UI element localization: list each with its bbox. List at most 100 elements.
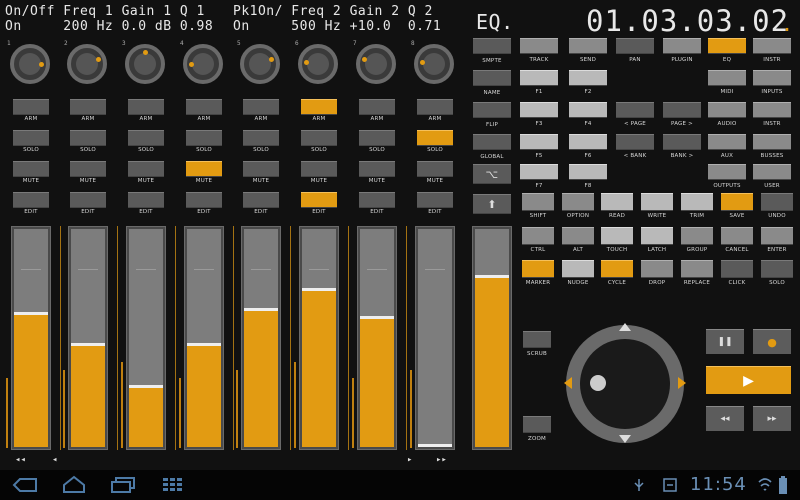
channel-2-solo-button[interactable] <box>70 130 106 146</box>
channel-3-fader[interactable] <box>126 226 166 450</box>
bank-right-fast-button[interactable]: ▸▸ <box>436 455 447 465</box>
grid-button-1-6[interactable] <box>753 38 791 54</box>
grid-button-4-6[interactable] <box>753 134 791 150</box>
channel-7-edit-button[interactable] <box>359 192 395 208</box>
modifier-button-3-1[interactable] <box>522 260 554 278</box>
grid-button-5-1[interactable] <box>520 164 558 180</box>
modifier-button-2-3[interactable] <box>601 227 633 245</box>
grid-button-2-1[interactable] <box>520 70 558 86</box>
pan-knob-3[interactable] <box>125 44 165 84</box>
modifier-button-2-7[interactable] <box>761 227 793 245</box>
grid-button-1-2[interactable] <box>569 38 607 54</box>
channel-7-solo-button[interactable] <box>359 130 395 146</box>
modifier-button-3-4[interactable] <box>641 260 673 278</box>
grid-button-3-1[interactable] <box>520 102 558 118</box>
grid-button-3-4[interactable] <box>663 102 701 118</box>
modifier-button-3-6[interactable] <box>721 260 753 278</box>
left-column-button-1[interactable] <box>473 38 511 54</box>
pan-knob-2[interactable] <box>67 44 107 84</box>
grid-button-4-4[interactable] <box>663 134 701 150</box>
back-icon[interactable] <box>12 477 38 493</box>
channel-7-arm-button[interactable] <box>359 99 395 115</box>
channel-6-mute-button[interactable] <box>301 161 337 177</box>
scrub-button[interactable] <box>523 331 551 348</box>
grid-button-3-5[interactable] <box>708 102 746 118</box>
pan-knob-1[interactable] <box>10 44 50 84</box>
modifier-button-2-1[interactable] <box>522 227 554 245</box>
channel-6-solo-button[interactable] <box>301 130 337 146</box>
channel-1-mute-button[interactable] <box>13 161 49 177</box>
pan-knob-7[interactable] <box>356 44 396 84</box>
channel-6-edit-button[interactable] <box>301 192 337 208</box>
modifier-button-1-3[interactable] <box>601 193 633 211</box>
channel-7-mute-button[interactable] <box>359 161 395 177</box>
left-column-button-3[interactable] <box>473 102 511 118</box>
fader-cap[interactable] <box>71 342 105 346</box>
record-button[interactable]: ● <box>753 329 791 354</box>
fader-cap[interactable] <box>418 444 452 447</box>
modifier-button-3-2[interactable] <box>562 260 594 278</box>
grid-button-4-2[interactable] <box>569 134 607 150</box>
grid-button-1-1[interactable] <box>520 38 558 54</box>
grid-button-3-2[interactable] <box>569 102 607 118</box>
rewind-button[interactable]: ◂◂ <box>706 406 744 431</box>
channel-2-edit-button[interactable] <box>70 192 106 208</box>
fader-cap[interactable] <box>302 287 336 291</box>
pan-knob-8[interactable] <box>414 44 454 84</box>
channel-7-fader[interactable] <box>357 226 397 450</box>
grid-button-1-4[interactable] <box>663 38 701 54</box>
fader-cap[interactable] <box>244 307 278 311</box>
channel-2-fader[interactable] <box>68 226 108 450</box>
grid-button-5-5[interactable] <box>708 164 746 180</box>
channel-3-edit-button[interactable] <box>128 192 164 208</box>
modifier-button-2-4[interactable] <box>641 227 673 245</box>
channel-6-fader[interactable] <box>299 226 339 450</box>
home-icon[interactable] <box>62 474 86 494</box>
grid-button-4-1[interactable] <box>520 134 558 150</box>
grid-button-3-3[interactable] <box>616 102 654 118</box>
pan-knob-6[interactable] <box>298 44 338 84</box>
fader-cap[interactable] <box>360 316 394 320</box>
channel-4-fader[interactable] <box>184 226 224 450</box>
channel-3-arm-button[interactable] <box>128 99 164 115</box>
left-column-button-4[interactable] <box>473 134 511 150</box>
modifier-button-3-5[interactable] <box>681 260 713 278</box>
menu-grid-icon[interactable] <box>163 478 187 492</box>
grid-button-3-6[interactable] <box>753 102 791 118</box>
grid-button-2-2[interactable] <box>569 70 607 86</box>
pause-button[interactable]: ❚❚ <box>706 329 744 354</box>
pan-knob-4[interactable] <box>183 44 223 84</box>
fader-cap[interactable] <box>14 312 48 315</box>
channel-3-solo-button[interactable] <box>128 130 164 146</box>
channel-1-solo-button[interactable] <box>13 130 49 146</box>
channel-5-solo-button[interactable] <box>243 130 279 146</box>
grid-button-4-3[interactable] <box>616 134 654 150</box>
grid-button-5-2[interactable] <box>569 164 607 180</box>
master-fader[interactable] <box>472 226 512 450</box>
zoom-button[interactable] <box>523 416 551 433</box>
channel-8-edit-button[interactable] <box>417 192 453 208</box>
channel-8-mute-button[interactable] <box>417 161 453 177</box>
grid-button-1-3[interactable] <box>616 38 654 54</box>
modifier-button-1-7[interactable] <box>761 193 793 211</box>
fader-cap[interactable] <box>129 384 163 388</box>
play-button[interactable]: ▶ <box>706 366 791 394</box>
channel-4-solo-button[interactable] <box>186 130 222 146</box>
channel-1-fader[interactable] <box>11 226 51 450</box>
modifier-button-1-5[interactable] <box>681 193 713 211</box>
channel-5-mute-button[interactable] <box>243 161 279 177</box>
channel-4-edit-button[interactable] <box>186 192 222 208</box>
channel-1-arm-button[interactable] <box>13 99 49 115</box>
modifier-button-3-7[interactable] <box>761 260 793 278</box>
bank-left-button[interactable]: ◂ <box>52 455 57 465</box>
modifier-button-3-3[interactable] <box>601 260 633 278</box>
channel-2-mute-button[interactable] <box>70 161 106 177</box>
channel-3-mute-button[interactable] <box>128 161 164 177</box>
grid-button-5-6[interactable] <box>753 164 791 180</box>
channel-8-fader[interactable] <box>415 226 455 450</box>
grid-button-4-5[interactable] <box>708 134 746 150</box>
channel-6-arm-button[interactable] <box>301 99 337 115</box>
modifier-button-2-2[interactable] <box>562 227 594 245</box>
modifier-button-2-6[interactable] <box>721 227 753 245</box>
channel-1-edit-button[interactable] <box>13 192 49 208</box>
